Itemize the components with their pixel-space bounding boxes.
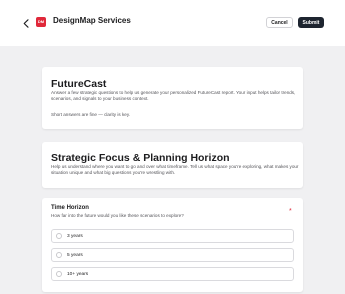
intro-description: Answer a few strategic questions to help…: [51, 90, 296, 101]
top-bar: DM DesignMap Services Cancel Submit: [0, 0, 345, 46]
option-label: 3 years: [67, 234, 83, 239]
option-3-years[interactable]: 3 years: [51, 229, 294, 243]
section-title: Strategic Focus & Planning Horizon: [51, 152, 230, 164]
cancel-button[interactable]: Cancel: [266, 17, 293, 28]
option-label: 10+ years: [67, 272, 89, 277]
question-card: Time Horizon How far into the future wou…: [42, 198, 303, 292]
brand-logo: DM: [36, 17, 46, 27]
radio-button[interactable]: [56, 271, 62, 277]
section-description: Help us understand where you want to go …: [51, 164, 299, 175]
logo-text: DM: [37, 19, 45, 24]
radio-button[interactable]: [56, 252, 62, 258]
required-indicator: *: [289, 208, 292, 215]
option-label: 5 years: [67, 253, 83, 258]
question-title: Time Horizon: [51, 205, 89, 211]
question-help: How far into the future would you like t…: [51, 213, 184, 218]
submit-button[interactable]: Submit: [298, 17, 324, 28]
intro-note: Short answers are fine — clarity is key.: [51, 112, 131, 117]
section-card: Strategic Focus & Planning Horizon Help …: [42, 142, 303, 188]
chevron-left-icon: [23, 18, 29, 28]
intro-card: FutureCast Answer a few strategic questi…: [42, 67, 303, 129]
radio-button[interactable]: [56, 233, 62, 239]
option-5-years[interactable]: 5 years: [51, 248, 294, 262]
intro-title: FutureCast: [51, 78, 107, 90]
option-10-plus-years[interactable]: 10+ years: [51, 267, 294, 281]
app-title: DesignMap Services: [53, 16, 131, 25]
back-button[interactable]: [20, 16, 32, 30]
